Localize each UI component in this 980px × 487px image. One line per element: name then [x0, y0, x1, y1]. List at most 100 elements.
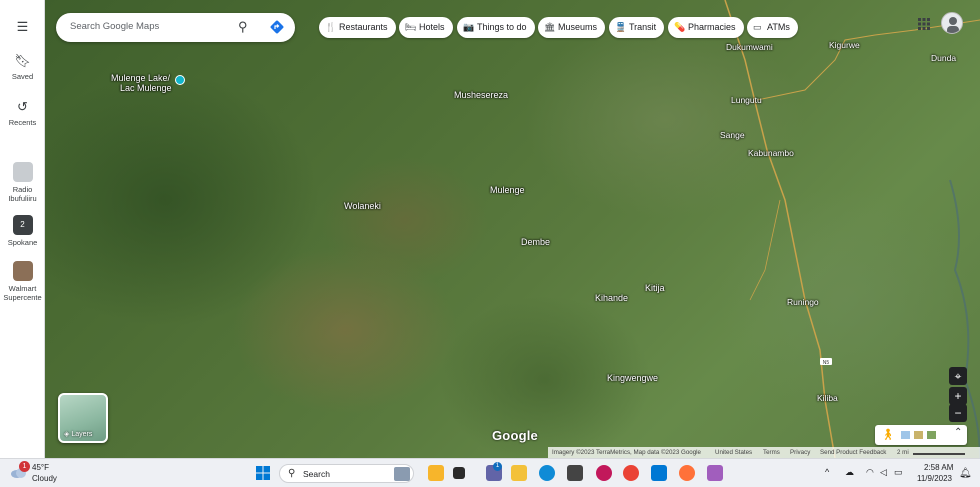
- snipping-tool-icon[interactable]: [707, 465, 723, 481]
- satellite-map[interactable]: N5 Mulenge Lake/ Lac Mulenge Mushesereza…: [45, 0, 980, 458]
- place-label[interactable]: Kigurwe: [829, 40, 860, 50]
- google-logo: Google: [492, 428, 538, 443]
- recent-place-spokane[interactable]: 2 Spokane: [0, 215, 45, 247]
- place-label[interactable]: Dunda: [931, 53, 956, 63]
- account-avatar[interactable]: [941, 12, 963, 34]
- directions-icon[interactable]: [269, 19, 285, 35]
- search-box[interactable]: ⚲: [56, 13, 295, 42]
- place-label[interactable]: Runingo: [787, 297, 819, 307]
- chip-hotels[interactable]: 🛏 Hotels: [399, 17, 453, 38]
- place-label[interactable]: Dukumwami: [726, 42, 773, 52]
- place-label[interactable]: Kitija: [645, 283, 665, 293]
- place-thumbnail: 2: [12, 215, 33, 235]
- expand-icon[interactable]: ⌃: [954, 427, 962, 438]
- notification-bell-icon[interactable]: 🔔︎: [959, 468, 972, 479]
- pegman-icon[interactable]: 🚶︎: [881, 428, 895, 441]
- main-road: [724, 0, 836, 458]
- imagery-thumb[interactable]: [913, 430, 924, 440]
- scale-label[interactable]: 2 mi: [897, 449, 909, 456]
- place-label[interactable]: Sange: [720, 130, 745, 140]
- place-label[interactable]: Mulenge Lake/: [111, 73, 170, 83]
- plus-icon: +: [954, 389, 962, 403]
- layers-label: ◈ Layers: [64, 431, 93, 438]
- hamburger-menu-icon: ☰: [16, 19, 29, 34]
- chip-restaurants[interactable]: 🍴 Restaurants: [319, 17, 396, 38]
- battery-icon[interactable]: ▭: [894, 467, 903, 478]
- place-label[interactable]: Mushesereza: [454, 90, 508, 100]
- zoom-in-button[interactable]: +: [949, 387, 967, 405]
- menu-button[interactable]: ☰: [0, 20, 45, 38]
- recent-place-walmart[interactable]: Walmart Supercente: [0, 261, 45, 302]
- taskbar-search-box[interactable]: ⚲ Search: [279, 464, 414, 483]
- headphones-icon[interactable]: [596, 465, 612, 481]
- file-explorer-icon[interactable]: [511, 465, 527, 481]
- wifi-icon[interactable]: ◠: [866, 467, 874, 478]
- place-label[interactable]: Kihande: [595, 293, 628, 303]
- place-label[interactable]: Kingwengwe: [607, 373, 658, 383]
- recent-place-radio-ibufuliiru[interactable]: Radio Ibufuliiru: [0, 162, 45, 203]
- imagery-thumb[interactable]: [926, 430, 937, 440]
- firefox-icon[interactable]: [679, 465, 695, 481]
- road-shield-label: N5: [823, 360, 830, 366]
- recents-button[interactable]: ↺ Recents: [0, 99, 45, 128]
- left-rail: ☰ 🔖︎ Saved ↺ Recents Radio Ibufuliiru 2 …: [0, 0, 45, 458]
- place-label[interactable]: Wolaneki: [344, 201, 381, 211]
- place-thumbnail: [12, 162, 33, 182]
- camera-icon: 📷: [463, 22, 475, 32]
- edge-icon[interactable]: [539, 465, 555, 481]
- windows-taskbar: 1 45°F Cloudy ⚲ Search 1 ^ ☁ ◠ ◁ ▭ 2:58: [0, 458, 980, 487]
- terms-link[interactable]: Terms: [763, 449, 780, 456]
- chip-label: Hotels: [419, 22, 445, 32]
- place-label[interactable]: Kiliba: [817, 393, 838, 403]
- imagery-thumb[interactable]: [900, 430, 911, 440]
- zoom-out-button[interactable]: −: [949, 404, 967, 422]
- chip-pharmacies[interactable]: 💊 Pharmacies: [668, 17, 744, 38]
- clock-date[interactable]: 11/9/2023: [917, 474, 952, 483]
- privacy-link[interactable]: Privacy: [790, 449, 810, 456]
- recent-place-label: Radio Ibufuliiru: [8, 185, 37, 203]
- chip-label: Things to do: [477, 22, 527, 32]
- saved-label: Saved: [11, 72, 34, 81]
- weather-condition[interactable]: Cloudy: [32, 474, 57, 483]
- windows-start-icon[interactable]: [255, 465, 271, 481]
- region-link[interactable]: United States: [715, 449, 752, 456]
- store-app-icon[interactable]: [567, 465, 583, 481]
- scale-bar: [913, 453, 965, 455]
- locate-icon: ⌖: [954, 369, 962, 383]
- place-label[interactable]: Kabunambo: [748, 148, 794, 158]
- weather-temperature[interactable]: 45°F: [32, 463, 49, 472]
- chrome-icon[interactable]: [623, 465, 639, 481]
- chip-transit[interactable]: 🚆 Transit: [609, 17, 665, 38]
- place-thumbnail: [12, 261, 33, 281]
- museum-icon: 🏛: [544, 22, 556, 32]
- place-label[interactable]: Dembe: [521, 237, 550, 247]
- clock-time[interactable]: 2:58 AM: [924, 463, 953, 472]
- search-input[interactable]: [70, 21, 230, 32]
- recents-label: Recents: [8, 118, 37, 127]
- place-label[interactable]: Lac Mulenge: [120, 83, 172, 93]
- feedback-link[interactable]: Send Product Feedback: [820, 449, 886, 456]
- recent-place-label: Spokane: [7, 238, 38, 247]
- history-icon: ↺: [17, 99, 28, 114]
- my-location-button[interactable]: ⌖: [949, 367, 967, 385]
- street-view-imagery-strip[interactable]: 🚶︎ ⌃: [875, 425, 967, 445]
- tray-overflow-chevron-icon[interactable]: ^: [825, 467, 829, 477]
- vscode-icon[interactable]: [651, 465, 667, 481]
- imagery-credit: Imagery ©2023 TerraMetrics, Map data ©20…: [552, 449, 701, 456]
- layers-button[interactable]: ◈ Layers: [58, 393, 108, 443]
- saved-button[interactable]: 🔖︎ Saved: [0, 54, 45, 82]
- place-label[interactable]: Mulenge: [490, 185, 525, 195]
- chip-museums[interactable]: 🏛 Museums: [538, 17, 606, 38]
- onedrive-cloud-icon[interactable]: ☁: [845, 467, 854, 478]
- taskview-icon[interactable]: [453, 467, 465, 479]
- place-label[interactable]: Lungutu: [731, 95, 762, 105]
- lake-poi-icon[interactable]: [175, 75, 185, 85]
- chip-things-to-do[interactable]: 📷 Things to do: [457, 17, 535, 38]
- google-apps-icon[interactable]: [917, 17, 931, 31]
- search-icon: ⚲: [288, 468, 296, 479]
- magnifier-icon[interactable]: ⚲: [238, 19, 248, 35]
- chip-atms[interactable]: ▭ ATMs: [747, 17, 798, 38]
- meet-app-icon[interactable]: [428, 465, 444, 481]
- volume-icon[interactable]: ◁: [880, 467, 887, 478]
- chip-label: Transit: [629, 22, 657, 32]
